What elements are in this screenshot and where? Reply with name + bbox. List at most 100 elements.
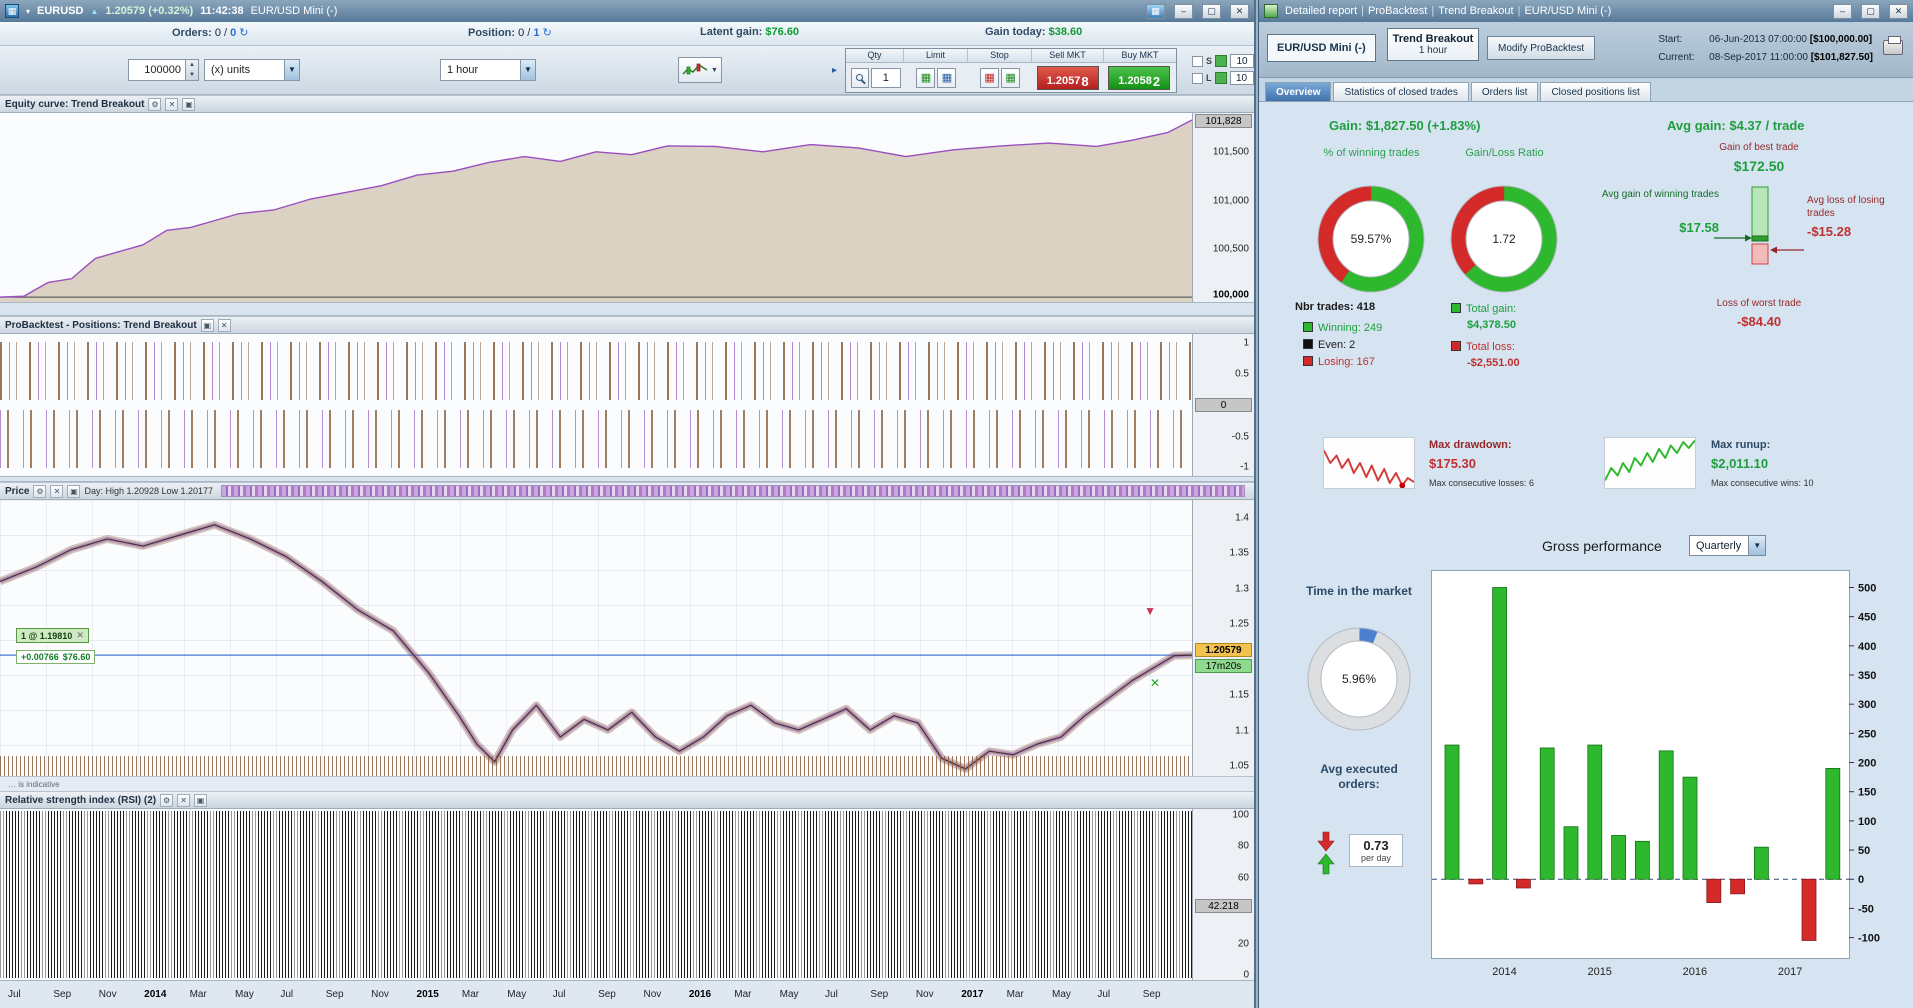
buy-limit-icon[interactable]: ▦ [937,68,956,88]
svg-text:2015: 2015 [1587,966,1611,978]
close-icon[interactable]: ✕ [165,98,178,111]
titlebar-item-eur-usd-mini-[interactable]: EUR/USD Mini (-) [1524,5,1611,17]
layout-grid-icon[interactable]: ▦ [1146,4,1165,19]
refresh-icon[interactable]: ↻ [239,27,248,39]
time-axis-label: Jul [1097,989,1142,1000]
exit-marker-icon: ✕ [1150,676,1160,690]
maximize-button[interactable]: ▢ [1202,4,1221,19]
start-datetime: 06-Jun-2013 07:00:00 [1709,34,1807,45]
sell-stop-icon[interactable]: ▦ [980,68,999,88]
price-panel-header[interactable]: Price ⚙ ✕ ▣ Day: High 1.20928 Low 1.2017… [0,483,1254,500]
open-position-badge[interactable]: 1 @ 1.19810 ✕ [16,628,89,643]
svg-text:250: 250 [1858,728,1876,740]
rsi-panel-header[interactable]: Relative strength index (RSI) (2) ⚙ ✕ ▣ [0,792,1254,809]
limit-checkbox[interactable] [1192,73,1203,84]
time-axis[interactable]: JulSepNov2014MarMayJulSepNov2015MarMayJu… [0,980,1254,1008]
caret-down-icon[interactable]: ▾ [26,7,30,16]
price-chart[interactable]: 1 @ 1.19810 ✕ +0.00766 $76.60 ▼ ✕ [0,500,1192,776]
close-icon[interactable]: ✕ [218,319,231,332]
sell-market-button[interactable]: 1.20578 [1037,66,1099,90]
stop-size-input[interactable]: 10 [1230,54,1254,68]
buy-stop-icon[interactable]: ▦ [1001,68,1020,88]
sell-limit-icon[interactable]: ▦ [916,68,935,88]
best-trade-value: $172.50 [1674,158,1844,174]
snapshot-icon[interactable]: ▣ [194,794,207,807]
expander-icon[interactable]: ▸ [832,65,837,76]
titlebar-symbol: EURUSD [37,5,83,17]
settings-icon[interactable]: ⚙ [33,485,46,498]
axis-label-baseline: 100,000 [1213,290,1249,301]
quantity-input[interactable]: 100000 ▲▼ [128,59,199,81]
time-axis-label: 2015 [417,989,462,1000]
snapshot-icon[interactable]: ▣ [67,485,80,498]
settings-icon[interactable]: ⚙ [148,98,161,111]
period-select[interactable]: Quarterly ▼ [1689,535,1766,556]
rsi-chart[interactable] [0,809,1192,980]
chart-window: ▦ ▾ EURUSD ▲ 1.20579 (+0.32%) 11:42:38 E… [0,0,1256,1008]
minimize-button[interactable]: – [1833,4,1852,19]
minimize-button[interactable]: – [1174,4,1193,19]
titlebar-item-detailed-report[interactable]: Detailed report [1285,5,1357,17]
svg-text:150: 150 [1858,787,1876,799]
buy-market-button[interactable]: 1.20582 [1108,66,1170,90]
maximize-button[interactable]: ▢ [1861,4,1880,19]
qty-header: Qty [846,49,904,62]
chevron-down-icon[interactable]: ▼ [520,60,535,80]
losing-count: Losing: 167 [1318,356,1375,368]
latent-gain-label: Latent gain: [700,26,762,38]
svg-text:400: 400 [1858,641,1876,653]
time-axis-label: Sep [1143,989,1188,1000]
equity-chart[interactable] [0,113,1192,302]
chart-window-titlebar[interactable]: ▦ ▾ EURUSD ▲ 1.20579 (+0.32%) 11:42:38 E… [0,0,1254,22]
max-consecutive-wins: Max consecutive wins: 10 [1711,478,1814,488]
rsi-panel: Relative strength index (RSI) (2) ⚙ ✕ ▣ … [0,791,1254,980]
strategy-tab[interactable]: Trend Breakout 1 hour [1387,28,1479,61]
panel-divider[interactable] [0,302,1254,316]
chevron-down-icon[interactable]: ▼ [284,60,299,80]
axis-label: 0 [1243,970,1249,981]
stop-checkbox[interactable] [1192,56,1203,67]
chevron-down-icon[interactable]: ▼ [1748,536,1765,555]
titlebar-item-trend-breakout[interactable]: Trend Breakout [1438,5,1513,17]
instrument-box[interactable]: EUR/USD Mini (-) [1267,34,1376,62]
units-select[interactable]: (x) units ▼ [204,59,300,81]
time-axis-label: Nov [643,989,688,1000]
avg-orders-box: 0.73 per day [1349,834,1403,867]
report-titlebar[interactable]: Detailed report|ProBacktest|Trend Breako… [1259,0,1913,22]
positions-chart[interactable] [0,334,1192,476]
tab-statistics-of-closed-trades[interactable]: Statistics of closed trades [1333,82,1468,101]
close-button[interactable]: ✕ [1230,4,1249,19]
order-qty-input[interactable]: 1 [871,68,901,88]
refresh-icon[interactable]: ↻ [543,27,552,39]
chart-style-button[interactable]: ▼ [678,57,722,83]
gross-performance-chart[interactable]: 500450400350300250200150100500-50-100201… [1431,570,1909,982]
search-order-button[interactable] [851,68,869,88]
equity-panel-header[interactable]: Equity curve: Trend Breakout ⚙ ✕ ▣ [0,96,1254,113]
time-axis-label: Sep [870,989,915,1000]
close-icon[interactable]: ✕ [50,485,63,498]
screen: ▦ ▾ EURUSD ▲ 1.20579 (+0.32%) 11:42:38 E… [0,0,1913,1008]
tab-closed-positions-list[interactable]: Closed positions list [1540,82,1650,101]
timeframe-select[interactable]: 1 hour ▼ [440,59,536,81]
snapshot-icon[interactable]: ▣ [182,98,195,111]
close-icon[interactable]: ✕ [177,794,190,807]
settings-icon[interactable]: ⚙ [160,794,173,807]
spinner-arrows-icon[interactable]: ▲▼ [185,60,198,80]
titlebar-item-probacktest[interactable]: ProBacktest [1368,5,1427,17]
tab-orders-list[interactable]: Orders list [1471,82,1539,101]
axis-label: 101,500 [1213,147,1249,158]
close-position-icon[interactable]: ✕ [76,630,84,641]
positions-panel-header[interactable]: ProBacktest - Positions: Trend Breakout … [0,317,1254,334]
positions-panel: ProBacktest - Positions: Trend Breakout … [0,316,1254,476]
time-axis-label: Mar [1007,989,1052,1000]
titlebar-separator: | [1361,5,1364,17]
limit-size-input[interactable]: 10 [1230,71,1254,85]
print-icon[interactable] [1883,40,1903,55]
close-button[interactable]: ✕ [1889,4,1908,19]
time-in-market-value: 5.96% [1306,672,1412,686]
snapshot-icon[interactable]: ▣ [201,319,214,332]
tab-overview[interactable]: Overview [1265,82,1331,101]
modify-probacktest-button[interactable]: Modify ProBacktest [1487,36,1595,60]
total-loss-label: Total loss: [1466,341,1515,353]
start-amount: [$100,000.00] [1810,34,1872,45]
